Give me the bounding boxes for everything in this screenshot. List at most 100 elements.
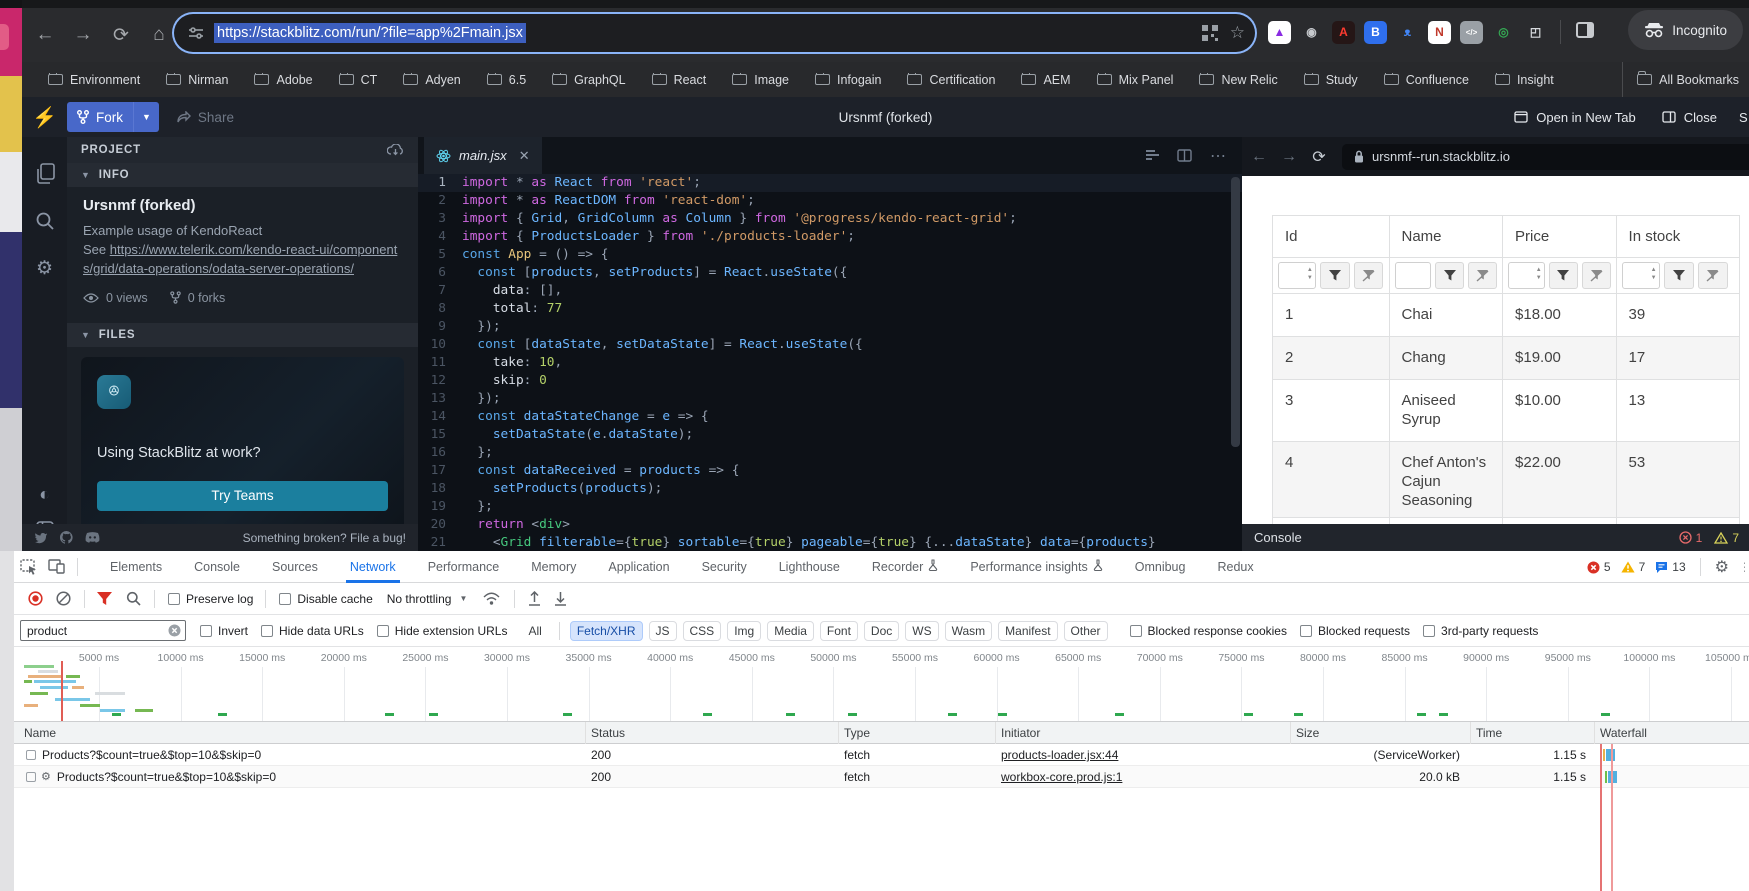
chip-manifest[interactable]: Manifest xyxy=(998,621,1057,641)
clear-filter-button[interactable] xyxy=(1468,262,1497,289)
preview-back-icon[interactable]: ← xyxy=(1244,142,1274,172)
tab-memory[interactable]: Memory xyxy=(527,551,580,583)
export-har-icon[interactable] xyxy=(554,591,567,606)
filter-input[interactable] xyxy=(1395,262,1432,289)
tab-close-icon[interactable]: ✕ xyxy=(519,148,530,164)
tab-main-jsx[interactable]: main.jsx ✕ xyxy=(424,137,542,174)
tab-security[interactable]: Security xyxy=(698,551,751,583)
clear-filter-button[interactable] xyxy=(1582,262,1611,289)
chip-font[interactable]: Font xyxy=(820,621,858,641)
adobe-extension[interactable]: A xyxy=(1332,21,1355,44)
disable-cache-checkbox[interactable]: Disable cache xyxy=(279,592,372,606)
clear-icon[interactable] xyxy=(56,591,71,606)
prettier-icon[interactable] xyxy=(1146,149,1159,162)
filter-funnel-button[interactable] xyxy=(1320,262,1350,289)
bookmark-item[interactable]: Adyen xyxy=(403,73,460,87)
preview-reload-icon[interactable]: ⟳ xyxy=(1304,142,1334,172)
site-settings-icon[interactable] xyxy=(188,26,204,40)
download-project-icon[interactable] xyxy=(387,144,404,157)
spinner-icon[interactable]: ▲▼ xyxy=(1307,266,1313,283)
url-text[interactable]: https://stackblitz.com/run/?file=app%2Fm… xyxy=(214,23,526,43)
chip-all[interactable]: All xyxy=(521,621,548,641)
more-actions-icon[interactable]: ⋯ xyxy=(1210,146,1228,166)
twitter-icon[interactable] xyxy=(34,532,48,544)
request-initiator[interactable]: workbox-core.prod.js:1 xyxy=(1001,770,1122,784)
forward-button[interactable]: → xyxy=(68,20,98,50)
column-header-status[interactable]: Status xyxy=(591,726,625,740)
settings-gear-icon[interactable]: ⚙ xyxy=(36,257,53,280)
column-header-type[interactable]: Type xyxy=(844,726,870,740)
tab-redux[interactable]: Redux xyxy=(1213,551,1257,583)
column-header-waterfall[interactable]: Waterfall xyxy=(1600,726,1647,740)
checkbox-3rd-party-requests[interactable]: 3rd-party requests xyxy=(1423,624,1538,638)
bookmark-item[interactable]: Mix Panel xyxy=(1097,73,1174,87)
tab-console[interactable]: Console xyxy=(190,551,244,583)
signin-edge-label[interactable]: S xyxy=(1739,110,1749,125)
device-toolbar-icon[interactable] xyxy=(48,559,65,574)
column-header-initiator[interactable]: Initiator xyxy=(1001,726,1040,740)
code-extension[interactable]: </> xyxy=(1460,21,1483,44)
column-header-name[interactable]: Name xyxy=(24,726,56,740)
tab-elements[interactable]: Elements xyxy=(106,551,166,583)
chip-doc[interactable]: Doc xyxy=(864,621,899,641)
network-timeline[interactable]: 5000 ms10000 ms15000 ms20000 ms25000 ms3… xyxy=(14,647,1749,722)
filter-funnel-button[interactable] xyxy=(1435,262,1464,289)
column-header-time[interactable]: Time xyxy=(1476,726,1502,740)
bookmark-item[interactable]: Nirman xyxy=(166,73,228,87)
tab-network[interactable]: Network xyxy=(346,551,400,583)
extensions-jar[interactable]: ◰ xyxy=(1524,21,1547,44)
filter-funnel-button[interactable] xyxy=(1549,262,1578,289)
files-section-header[interactable]: ▼ FILES xyxy=(67,323,418,347)
tab-performance-insights[interactable]: Performance insights xyxy=(966,551,1106,583)
request-initiator[interactable]: products-loader.jsx:44 xyxy=(1001,748,1118,762)
preserve-log-checkbox[interactable]: Preserve log xyxy=(168,592,253,606)
target-extension[interactable]: ◎ xyxy=(1492,21,1515,44)
grid-row[interactable]: 3Aniseed Syrup$10.0013 xyxy=(1273,380,1739,442)
fork-button[interactable]: Fork ▼ xyxy=(67,102,159,132)
preview-url[interactable]: ursnmf--run.stackblitz.io xyxy=(1342,144,1749,170)
table-header[interactable]: Name Status Type Initiator Size Time Waterfall xyxy=(14,722,1749,744)
grid-row[interactable]: 1Chai$18.0039 xyxy=(1273,294,1739,337)
bookmark-item[interactable]: CT xyxy=(339,73,378,87)
filter-input[interactable]: ▲▼ xyxy=(1278,262,1316,289)
code-lines[interactable]: 1import * as React from 'react';2import … xyxy=(418,174,1242,551)
share-button[interactable]: Share xyxy=(177,110,234,125)
network-request-row[interactable]: Products?$count=true&$top=10&$skip=0200f… xyxy=(14,744,1749,766)
split-editor-icon[interactable] xyxy=(1177,149,1192,162)
bookmark-item[interactable]: Study xyxy=(1304,73,1358,87)
bookmark-item[interactable]: React xyxy=(652,73,707,87)
grid-column-header[interactable]: Price xyxy=(1503,216,1617,258)
tab-application[interactable]: Application xyxy=(604,551,673,583)
clear-filter-button[interactable] xyxy=(1698,262,1728,289)
filter-funnel-button[interactable] xyxy=(1664,262,1694,289)
reload-button[interactable]: ⟳ xyxy=(106,20,136,50)
qr-code-icon[interactable] xyxy=(1202,25,1218,41)
issues-badge[interactable]: 13 xyxy=(1655,560,1685,574)
column-header-size[interactable]: Size xyxy=(1296,726,1319,740)
discord-icon[interactable] xyxy=(85,532,100,543)
tab-sources[interactable]: Sources xyxy=(268,551,322,583)
grid-column-header[interactable]: In stock xyxy=(1617,216,1739,258)
camera-extension[interactable]: ◉ xyxy=(1300,21,1323,44)
bookmark-item[interactable]: Confluence xyxy=(1384,73,1469,87)
chip-fetch-xhr[interactable]: Fetch/XHR xyxy=(570,621,643,641)
checkbox-invert[interactable]: Invert xyxy=(200,624,248,638)
tab-lighthouse[interactable]: Lighthouse xyxy=(775,551,844,583)
checkbox-blocked-response-cookies[interactable]: Blocked response cookies xyxy=(1130,624,1287,638)
bookmark-item[interactable]: Insight xyxy=(1495,73,1554,87)
tab-performance[interactable]: Performance xyxy=(424,551,504,583)
checkbox-hide-extension-urls[interactable]: Hide extension URLs xyxy=(377,624,508,638)
network-request-row[interactable]: ⚙Products?$count=true&$top=10&$skip=0200… xyxy=(14,766,1749,788)
preview-forward-icon[interactable]: → xyxy=(1274,142,1304,172)
chip-img[interactable]: Img xyxy=(727,621,761,641)
telerik-link[interactable]: https://www.telerik.com/kendo-react-ui/c… xyxy=(83,242,397,276)
info-section-header[interactable]: ▼ INFO xyxy=(67,163,418,187)
chip-media[interactable]: Media xyxy=(767,621,814,641)
editor-scrollbar[interactable] xyxy=(1231,177,1240,447)
tab-recorder[interactable]: Recorder xyxy=(868,551,942,583)
filter-icon[interactable] xyxy=(97,592,112,605)
devtools-settings-icon[interactable]: ⚙ xyxy=(1715,557,1729,577)
bookmark-item[interactable]: Certification xyxy=(907,73,995,87)
contrast-icon[interactable]: ◐ xyxy=(39,484,50,505)
file-bug-link[interactable]: Something broken? File a bug! xyxy=(243,531,406,545)
